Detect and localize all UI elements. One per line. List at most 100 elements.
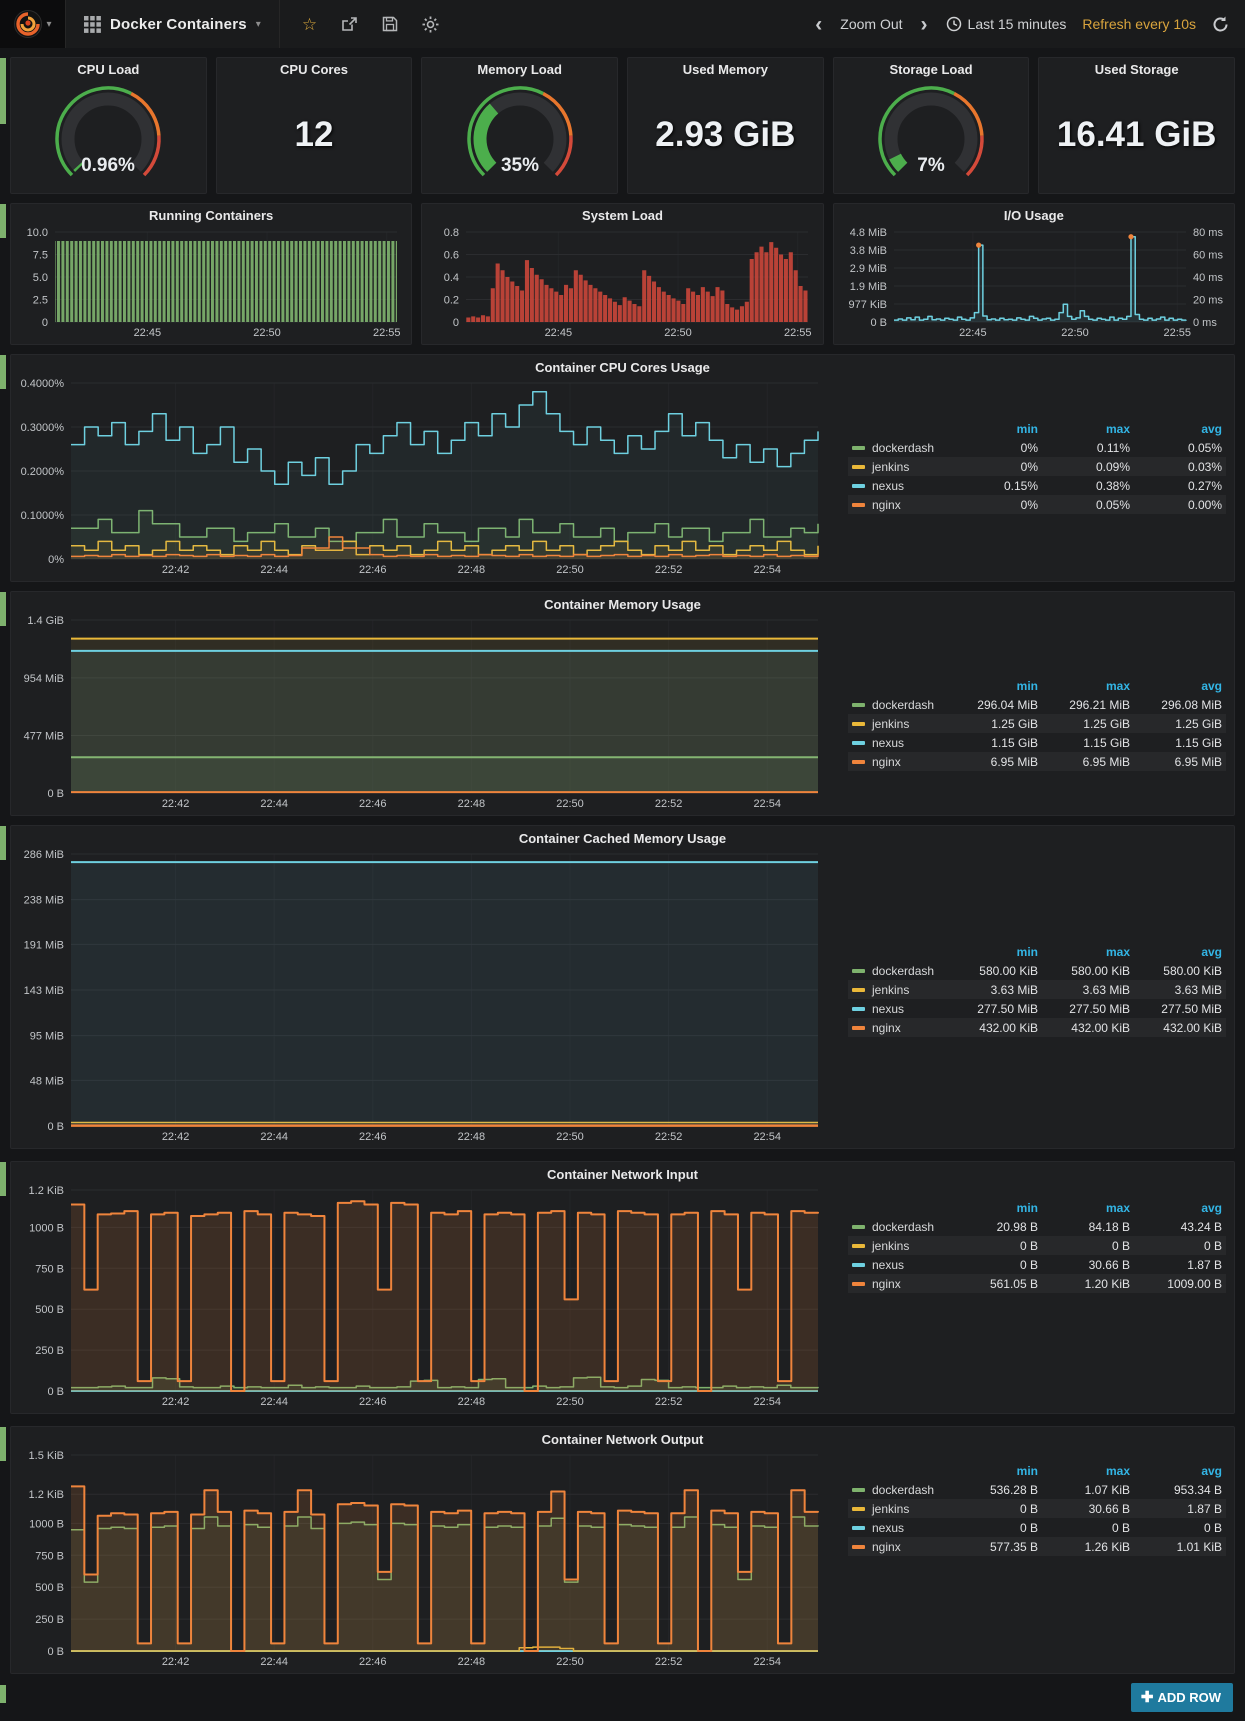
svg-text:22:50: 22:50 xyxy=(556,798,584,810)
panel-container-network-output: Container Network Output 0 B 250 B 500 B 75… xyxy=(10,1426,1235,1674)
legend-row-nginx[interactable]: nginx 432.00 KiB 432.00 KiB 432.00 KiB xyxy=(848,1018,1226,1037)
row-handle[interactable] xyxy=(0,1427,6,1461)
svg-text:22:42: 22:42 xyxy=(162,798,190,810)
legend-row-nexus[interactable]: nexus 0 B 0 B 0 B xyxy=(848,1518,1226,1537)
row-handle[interactable] xyxy=(0,1162,6,1196)
legend-value: 0 B xyxy=(1019,1520,1038,1535)
zoom-out-button[interactable]: Zoom Out xyxy=(840,16,902,32)
series-name: dockerdash xyxy=(872,1482,935,1497)
container-memory-usage-chart[interactable]: 0 B 477 MiB 954 MiB 1.4 GiB 22:42 22:44 22:46 2… xyxy=(13,614,824,813)
row-handle[interactable] xyxy=(0,58,6,124)
legend-value: 3.63 MiB xyxy=(1082,982,1130,997)
legend-row-nexus[interactable]: nexus 1.15 GiB 1.15 GiB 1.15 GiB xyxy=(848,733,1226,752)
cpu-usage-legend: min max avg dockerdash 0% 0.11% 0.05% jenkins 0%… xyxy=(848,419,1226,514)
legend-row-nexus[interactable]: nexus 0 B 30.66 B 1.87 B xyxy=(848,1255,1226,1274)
legend-col-min[interactable]: min xyxy=(946,1464,1038,1478)
container-network-input-chart[interactable]: 0 B 250 B 500 B 750 B 1000 B 1.2 KiB 22:42 22:4… xyxy=(13,1184,824,1411)
legend-row-dockerdash[interactable]: dockerdash 580.00 KiB 580.00 KiB 580.00 KiB xyxy=(848,961,1226,980)
legend-row-dockerdash[interactable]: dockerdash 296.04 MiB 296.21 MiB 296.08 MiB xyxy=(848,695,1226,714)
container-network-output-chart[interactable]: 0 B 250 B 500 B 750 B 1000 B 1.2 KiB 1.5 KiB 22… xyxy=(13,1449,824,1671)
svg-text:22:46: 22:46 xyxy=(359,798,387,810)
legend-row-nginx[interactable]: nginx 561.05 B 1.20 KiB 1009.00 B xyxy=(848,1274,1226,1293)
row-handle[interactable] xyxy=(0,355,6,389)
row-handle[interactable] xyxy=(0,826,6,860)
add-row-button[interactable]: ✚ ADD ROW xyxy=(1130,1683,1233,1712)
running-containers-chart[interactable]: 0 2.5 5.0 7.5 10.0 22:45 22:50 22:55 xyxy=(13,226,409,342)
legend-col-avg[interactable]: avg xyxy=(1130,422,1222,436)
save-dashboard-button[interactable] xyxy=(382,16,398,32)
svg-text:22:42: 22:42 xyxy=(162,564,190,576)
legend-row-nexus[interactable]: nexus 277.50 MiB 277.50 MiB 277.50 MiB xyxy=(848,999,1226,1018)
container-cpu-usage-chart[interactable]: 0% 0.1000% 0.2000% 0.3000% 0.4000% 22:42 22:44… xyxy=(13,377,824,579)
legend-value: 1009.00 B xyxy=(1167,1276,1222,1291)
legend-row-jenkins[interactable]: jenkins 0% 0.09% 0.03% xyxy=(848,457,1226,476)
row-handle[interactable] xyxy=(0,1685,6,1703)
legend-value: 580.00 KiB xyxy=(979,963,1038,978)
row-handle[interactable] xyxy=(0,204,6,238)
time-range-picker[interactable]: Last 15 minutes xyxy=(946,16,1066,32)
series-name: nginx xyxy=(872,1539,901,1554)
legend-row-jenkins[interactable]: jenkins 0 B 30.66 B 1.87 B xyxy=(848,1499,1226,1518)
series-name: nexus xyxy=(872,1257,905,1272)
legend-col-max[interactable]: max xyxy=(1038,422,1130,436)
svg-text:22:44: 22:44 xyxy=(260,798,288,810)
dashboard-picker[interactable]: Docker Containers ▾ xyxy=(66,0,280,48)
series-color-swatch xyxy=(852,1525,865,1530)
star-dashboard-button[interactable]: ☆ xyxy=(302,16,317,33)
series-name: nginx xyxy=(872,1020,901,1035)
grafana-logo[interactable]: ▾ xyxy=(0,0,66,48)
svg-text:95 MiB: 95 MiB xyxy=(30,1031,64,1043)
share-dashboard-button[interactable] xyxy=(341,16,358,32)
legend-row-dockerdash[interactable]: dockerdash 20.98 B 84.18 B 43.24 B xyxy=(848,1217,1226,1236)
series-color-swatch xyxy=(852,1262,865,1267)
time-shift-back-button[interactable]: ‹ xyxy=(813,14,824,35)
panel-title: Storage Load xyxy=(889,62,973,77)
clock-icon xyxy=(946,16,961,32)
storage-load-gauge[interactable]: 7% xyxy=(834,80,1029,189)
svg-text:0.4: 0.4 xyxy=(444,272,459,284)
io-usage-chart[interactable]: 0 B 977 KiB 1.9 MiB 2.9 MiB 3.8 MiB 4.8 MiB 0 … xyxy=(836,226,1232,342)
legend-row-jenkins[interactable]: jenkins 1.25 GiB 1.25 GiB 1.25 GiB xyxy=(848,714,1226,733)
settings-button[interactable] xyxy=(422,16,439,33)
svg-text:143 MiB: 143 MiB xyxy=(24,985,64,997)
legend-col-max[interactable]: max xyxy=(1038,1464,1130,1478)
legend-col-avg[interactable]: avg xyxy=(1130,945,1222,959)
system-load-chart[interactable]: 0 0.2 0.4 0.6 0.8 22:45 22:50 22:55 xyxy=(424,226,820,342)
svg-text:0.96%: 0.96% xyxy=(81,155,135,176)
legend-col-min[interactable]: min xyxy=(946,422,1038,436)
panel-cpu-load: CPU Load 0.96% xyxy=(10,57,207,194)
refresh-button[interactable] xyxy=(1212,16,1229,33)
legend-row-nginx[interactable]: nginx 577.35 B 1.26 KiB 1.01 KiB xyxy=(848,1537,1226,1556)
panel-container-network-input: Container Network Input 0 B 250 B 500 B 750… xyxy=(10,1161,1235,1414)
legend-row-dockerdash[interactable]: dockerdash 536.28 B 1.07 KiB 953.34 B xyxy=(848,1480,1226,1499)
legend-row-nginx[interactable]: nginx 0% 0.05% 0.00% xyxy=(848,495,1226,514)
cpu-load-gauge[interactable]: 0.96% xyxy=(11,80,206,189)
svg-text:0.3000%: 0.3000% xyxy=(21,422,65,434)
legend-row-dockerdash[interactable]: dockerdash 0% 0.11% 0.05% xyxy=(848,438,1226,457)
legend-row-nexus[interactable]: nexus 0.15% 0.38% 0.27% xyxy=(848,476,1226,495)
svg-text:20 ms: 20 ms xyxy=(1193,295,1223,307)
time-shift-forward-button[interactable]: › xyxy=(919,14,930,35)
legend-col-min[interactable]: min xyxy=(946,1201,1038,1215)
grafana-logo-icon xyxy=(14,10,43,38)
legend-row-jenkins[interactable]: jenkins 3.63 MiB 3.63 MiB 3.63 MiB xyxy=(848,980,1226,999)
legend-col-min[interactable]: min xyxy=(946,945,1038,959)
dashboard-title[interactable]: Docker Containers xyxy=(110,16,247,33)
legend-col-max[interactable]: max xyxy=(1038,679,1130,693)
legend-value: 1.25 GiB xyxy=(1175,716,1222,731)
legend-col-max[interactable]: max xyxy=(1038,945,1130,959)
legend-col-avg[interactable]: avg xyxy=(1130,1201,1222,1215)
svg-text:48 MiB: 48 MiB xyxy=(30,1075,64,1087)
legend-col-min[interactable]: min xyxy=(946,679,1038,693)
memory-load-gauge[interactable]: 35% xyxy=(422,80,617,189)
refresh-interval-button[interactable]: Refresh every 10s xyxy=(1082,16,1196,32)
legend-col-avg[interactable]: avg xyxy=(1130,1464,1222,1478)
row-handle[interactable] xyxy=(0,592,6,626)
svg-text:0: 0 xyxy=(453,317,459,329)
legend-col-max[interactable]: max xyxy=(1038,1201,1130,1215)
legend-row-nginx[interactable]: nginx 6.95 MiB 6.95 MiB 6.95 MiB xyxy=(848,752,1226,771)
container-cached-memory-chart[interactable]: 0 B 48 MiB 95 MiB 143 MiB 191 MiB 238 MiB 286 … xyxy=(13,848,824,1146)
legend-row-jenkins[interactable]: jenkins 0 B 0 B 0 B xyxy=(848,1236,1226,1255)
legend-value: 1.25 GiB xyxy=(1083,716,1130,731)
legend-col-avg[interactable]: avg xyxy=(1130,679,1222,693)
